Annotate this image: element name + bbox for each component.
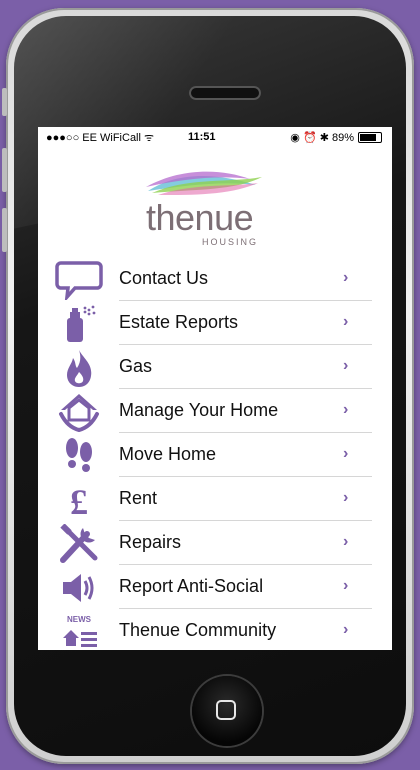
chevron-right-icon: › xyxy=(343,577,349,594)
flame-icon xyxy=(54,349,104,387)
chevron-right-icon: › xyxy=(343,489,349,506)
spray-can-icon xyxy=(54,305,104,343)
menu-item-contact-us[interactable]: Contact Us › xyxy=(38,257,392,301)
menu-item-label: Contact Us xyxy=(119,268,209,288)
chevron-right-icon: › xyxy=(343,269,349,286)
carrier-label: ●●●○○ EE WiFiCall ᯤ xyxy=(46,131,155,144)
volume-down-button xyxy=(2,208,7,252)
menu-item-label: Move Home xyxy=(119,444,217,464)
speech-bubble-icon xyxy=(54,261,104,300)
news-icon: NEWS xyxy=(54,613,104,650)
menu-item-label: Gas xyxy=(119,356,153,376)
status-icons: ◉ ⏰ ✱ 89% xyxy=(290,131,382,144)
menu-item-label: Estate Reports xyxy=(119,312,239,332)
menu-item-label: Manage Your Home xyxy=(119,400,279,420)
home-square-icon xyxy=(216,700,236,720)
clock: 11:51 xyxy=(188,131,216,143)
menu-item-thenue-community[interactable]: NEWS Thenue Community › xyxy=(38,609,392,650)
svg-text:£: £ xyxy=(70,482,88,520)
chevron-right-icon: › xyxy=(343,401,349,418)
chevron-right-icon: › xyxy=(343,357,349,374)
menu-item-label: Rent xyxy=(119,488,158,508)
status-bar: ●●●○○ EE WiFiCall ᯤ 11:51 ◉ ⏰ ✱ 89% xyxy=(38,127,392,147)
menu-item-rent[interactable]: £ Rent › xyxy=(38,477,392,521)
menu-item-move-home[interactable]: Move Home › xyxy=(38,433,392,477)
house-hands-icon xyxy=(54,393,104,432)
chevron-right-icon: › xyxy=(343,533,349,550)
menu-item-gas[interactable]: Gas › xyxy=(38,345,392,389)
menu-item-label: Repairs xyxy=(119,532,182,552)
earpiece-speaker xyxy=(189,86,261,100)
chevron-right-icon: › xyxy=(343,621,349,638)
chevron-right-icon: › xyxy=(343,313,349,330)
speaker-icon xyxy=(54,569,104,607)
menu-item-label: Report Anti-Social xyxy=(119,576,264,596)
app-screen: ●●●○○ EE WiFiCall ᯤ 11:51 ◉ ⏰ ✱ 89% then… xyxy=(38,127,392,650)
thenue-logo: thenue HOUSING xyxy=(138,165,268,247)
footprints-icon xyxy=(54,437,104,475)
tools-icon xyxy=(54,524,104,563)
mute-switch xyxy=(2,88,7,116)
menu-item-label: Thenue Community xyxy=(119,620,277,640)
menu-item-estate-reports[interactable]: Estate Reports › xyxy=(38,301,392,345)
logo-wordmark: thenue xyxy=(146,197,254,238)
main-menu: Contact Us › Estate Reports › Gas › Mana… xyxy=(38,257,392,650)
chevron-right-icon: › xyxy=(343,445,349,462)
logo-subtitle: HOUSING xyxy=(202,237,259,247)
battery-icon xyxy=(358,131,382,143)
home-button[interactable] xyxy=(192,676,262,746)
pound-icon: £ xyxy=(54,481,104,520)
volume-up-button xyxy=(2,148,7,192)
menu-item-manage-your-home[interactable]: Manage Your Home › xyxy=(38,389,392,433)
status-right-text: ◉ ⏰ ✱ 89% xyxy=(290,131,354,144)
news-badge-text: NEWS xyxy=(67,615,92,624)
menu-item-report-anti-social[interactable]: Report Anti-Social › xyxy=(38,565,392,609)
menu-item-repairs[interactable]: Repairs › xyxy=(38,521,392,565)
